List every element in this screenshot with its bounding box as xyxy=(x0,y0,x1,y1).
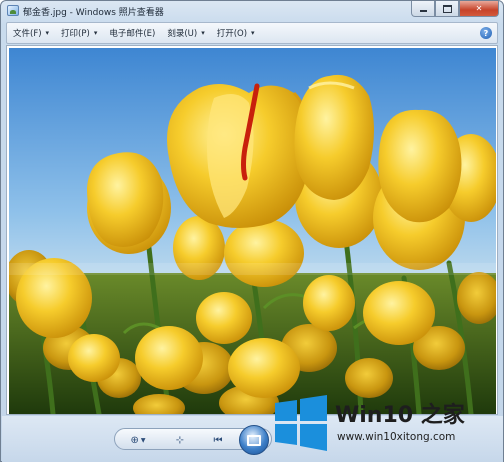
photo-viewer-window: 郁金香.jpg - Windows 照片查看器 ✕ 文件(F) ▾ 打印(P) … xyxy=(0,0,504,462)
fit-window-icon: ⊹ xyxy=(175,434,185,446)
close-button[interactable]: ✕ xyxy=(459,1,499,17)
menu-file-label: 文件(F) xyxy=(13,29,42,39)
navigation-controls: ⊕ ▼ ⊹ ⏮ xyxy=(114,425,272,455)
watermark-url: www.win10xitong.com xyxy=(337,431,456,443)
menu-bar: 文件(F) ▾ 打印(P) ▾ 电子邮件(E) 刻录(U) ▾ 打开(O) ▾ … xyxy=(6,22,498,44)
minimize-button[interactable] xyxy=(411,1,435,17)
window-title: 郁金香.jpg - Windows 照片查看器 xyxy=(23,8,164,18)
magnifier-icon: ⊕ xyxy=(130,434,139,446)
photo-display-area xyxy=(6,45,498,415)
menu-burn-label: 刻录(U) xyxy=(167,29,198,39)
photo-viewer-app-icon xyxy=(7,5,19,16)
fit-window-button[interactable]: ⊹ xyxy=(171,432,189,448)
slideshow-icon xyxy=(247,434,261,446)
menu-print[interactable]: 打印(P) ▾ xyxy=(55,23,103,43)
maximize-button[interactable] xyxy=(435,1,459,17)
window-controls: ✕ xyxy=(411,1,499,18)
chevron-down-icon: ▾ xyxy=(45,29,50,37)
chevron-down-icon: ▾ xyxy=(251,29,255,37)
menu-print-label: 打印(P) xyxy=(61,29,90,39)
tulip-photo xyxy=(9,48,496,414)
zoom-button[interactable]: ⊕ ▼ xyxy=(125,432,151,448)
chevron-down-icon: ▾ xyxy=(201,29,205,37)
title-bar[interactable]: 郁金香.jpg - Windows 照片查看器 ✕ xyxy=(1,1,503,21)
watermark-title: Win10 之家 xyxy=(335,403,465,428)
watermark: Win10 之家 www.win10xitong.com xyxy=(269,393,501,455)
menu-file[interactable]: 文件(F) ▾ xyxy=(7,23,55,43)
windows-logo-icon xyxy=(275,395,327,451)
slideshow-button[interactable] xyxy=(239,425,269,455)
menu-open[interactable]: 打开(O) ▾ xyxy=(211,23,261,43)
menu-email[interactable]: 电子邮件(E) xyxy=(103,23,161,43)
menu-open-label: 打开(O) xyxy=(216,29,248,39)
help-icon[interactable]: ? xyxy=(480,27,492,39)
chevron-down-icon: ▾ xyxy=(93,29,98,37)
chevron-down-icon: ▼ xyxy=(140,436,146,444)
menu-email-label: 电子邮件(E) xyxy=(109,29,156,39)
previous-icon: ⏮ xyxy=(213,434,223,446)
previous-button[interactable]: ⏮ xyxy=(207,432,229,448)
menu-burn[interactable]: 刻录(U) ▾ xyxy=(161,23,210,43)
